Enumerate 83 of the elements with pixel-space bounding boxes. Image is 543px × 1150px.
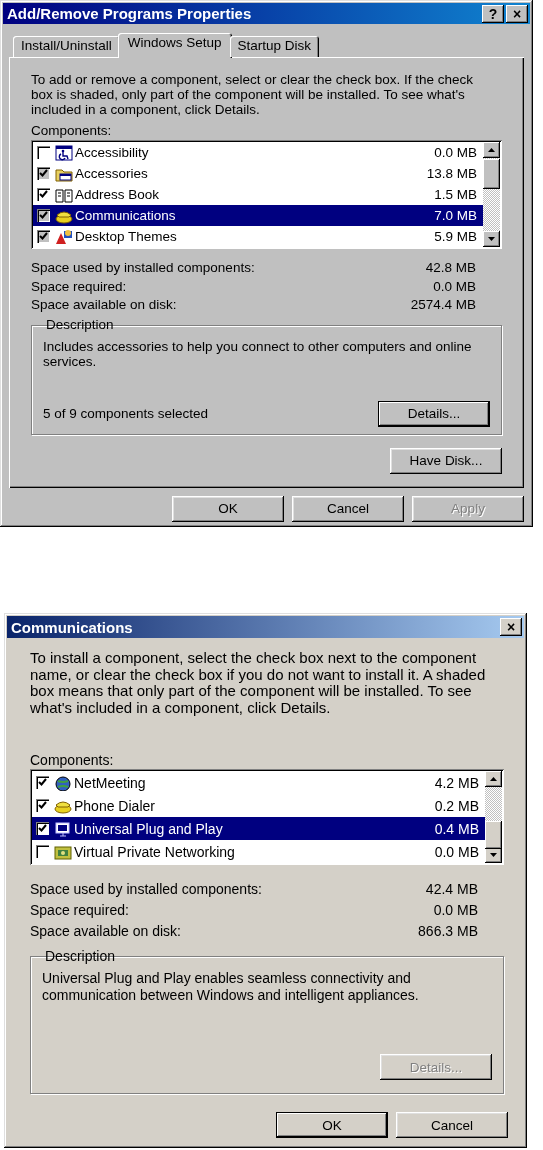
globe-icon bbox=[54, 774, 72, 791]
stat-value: 866.3 MB bbox=[418, 922, 478, 941]
component-name: Desktop Themes bbox=[75, 229, 178, 244]
components-label: Components: bbox=[31, 123, 113, 139]
scroll-up-button[interactable] bbox=[483, 142, 500, 158]
component-size: 0.0 MB bbox=[434, 843, 479, 860]
window-title: Communications bbox=[11, 618, 134, 636]
monitor-icon bbox=[54, 820, 72, 837]
component-name: Phone Dialer bbox=[74, 797, 156, 814]
dialog-button[interactable]: Cancel bbox=[292, 495, 404, 522]
tab[interactable]: Startup Disk bbox=[229, 36, 320, 57]
component-size: 0.4 MB bbox=[434, 820, 479, 837]
have-disk-button[interactable]: Have Disk... bbox=[390, 447, 502, 474]
down-arrow-icon bbox=[488, 237, 495, 241]
stat-label: Space required: bbox=[31, 277, 128, 296]
list-item[interactable]: Accessibility 0.0 MB bbox=[33, 142, 483, 163]
description-text: Universal Plug and Play enables seamless connectivity and communication between Windows and intelligent appliances. bbox=[42, 970, 420, 1004]
dialog-button[interactable]: Cancel bbox=[396, 1112, 508, 1138]
group-label: Description bbox=[45, 316, 115, 333]
checkbox[interactable] bbox=[37, 209, 50, 222]
component-size: 13.8 MB bbox=[426, 166, 477, 181]
list-item[interactable]: NetMeeting 4.2 MB bbox=[32, 771, 485, 794]
wheelchair-icon bbox=[55, 144, 73, 161]
details-button[interactable]: Details... bbox=[378, 400, 490, 427]
component-name: Accessories bbox=[75, 166, 149, 181]
stat-label: Space available on disk: bbox=[30, 922, 182, 941]
group-label: Description bbox=[44, 948, 117, 964]
component-size: 1.5 MB bbox=[434, 187, 477, 202]
component-size: 5.9 MB bbox=[434, 229, 477, 244]
close-button[interactable]: × bbox=[500, 618, 522, 636]
components-label: Components: bbox=[30, 752, 115, 768]
stat-value: 0.0 MB bbox=[432, 901, 478, 920]
list-item[interactable]: Phone Dialer 0.2 MB bbox=[32, 794, 485, 817]
checkbox[interactable] bbox=[37, 230, 50, 243]
network-icon bbox=[54, 843, 72, 860]
scroll-thumb[interactable] bbox=[483, 159, 500, 190]
instruction-text: To add or remove a component, select or clear the check box. If the check box is shaded, only part of the component will be installed. To see what's included in a component, click Details. bbox=[31, 72, 474, 117]
stat-label: Space used by installed components: bbox=[30, 880, 263, 899]
stat-label: Space available on disk: bbox=[31, 296, 178, 314]
scrollbar[interactable] bbox=[483, 142, 500, 247]
window-title: Add/Remove Programs Properties bbox=[7, 5, 253, 22]
scroll-thumb[interactable] bbox=[485, 820, 502, 849]
description-text: Includes accessories to help you connect to other computers and online services. bbox=[43, 338, 473, 369]
list-item[interactable]: Address Book 1.5 MB bbox=[33, 184, 483, 205]
component-name: Accessibility bbox=[75, 145, 150, 160]
stat-label: Space used by installed components: bbox=[31, 259, 256, 277]
tab[interactable]: Install/Uninstall bbox=[13, 36, 120, 57]
component-name: Address Book bbox=[75, 187, 161, 202]
component-size: 7.0 MB bbox=[434, 208, 477, 223]
close-button[interactable]: × bbox=[506, 4, 528, 23]
down-arrow-icon bbox=[490, 853, 497, 857]
component-size: 4.2 MB bbox=[434, 774, 479, 791]
scroll-up-button[interactable] bbox=[485, 771, 502, 787]
list-item[interactable]: Universal Plug and Play 0.4 MB bbox=[32, 817, 485, 840]
scrollbar[interactable] bbox=[485, 771, 502, 863]
component-size: 0.2 MB bbox=[434, 797, 479, 814]
up-arrow-icon bbox=[490, 777, 497, 781]
component-name: Virtual Private Networking bbox=[74, 843, 236, 860]
list-item[interactable]: Communications 7.0 MB bbox=[33, 205, 483, 226]
component-name: Communications bbox=[75, 208, 177, 223]
dialog-button[interactable]: OK bbox=[172, 495, 284, 522]
scroll-down-button[interactable] bbox=[483, 231, 500, 247]
stat-value: 42.8 MB bbox=[424, 259, 476, 277]
checkbox[interactable] bbox=[36, 822, 49, 835]
up-arrow-icon bbox=[488, 148, 495, 152]
dialog-button[interactable]: OK bbox=[276, 1112, 388, 1138]
instruction-text: To install a component, select the check box next to the component name, or clear the check box if you do not want to install it. A shaded box means that only part of the component will be installed. To see what's included in a component, click Details. bbox=[30, 650, 487, 716]
list-item[interactable]: Virtual Private Networking 0.0 MB bbox=[32, 840, 485, 863]
stat-value: 0.0 MB bbox=[432, 277, 476, 296]
stat-value: 2574.4 MB bbox=[410, 296, 476, 314]
component-name: Universal Plug and Play bbox=[74, 820, 224, 837]
list-item[interactable]: Desktop Themes 5.9 MB bbox=[33, 226, 483, 247]
component-size: 0.0 MB bbox=[434, 145, 477, 160]
checkbox[interactable] bbox=[37, 167, 50, 180]
help-button[interactable]: ? bbox=[482, 4, 504, 23]
tab[interactable]: Windows Setup bbox=[117, 33, 232, 58]
book-icon bbox=[55, 186, 73, 203]
component-name: NetMeeting bbox=[74, 774, 147, 791]
list-item[interactable]: Accessories 13.8 MB bbox=[33, 163, 483, 184]
stat-label: Space required: bbox=[30, 901, 130, 920]
stat-value: 42.4 MB bbox=[424, 880, 478, 899]
shapes-icon bbox=[55, 228, 73, 245]
selection-count: 5 of 9 components selected bbox=[43, 406, 209, 421]
